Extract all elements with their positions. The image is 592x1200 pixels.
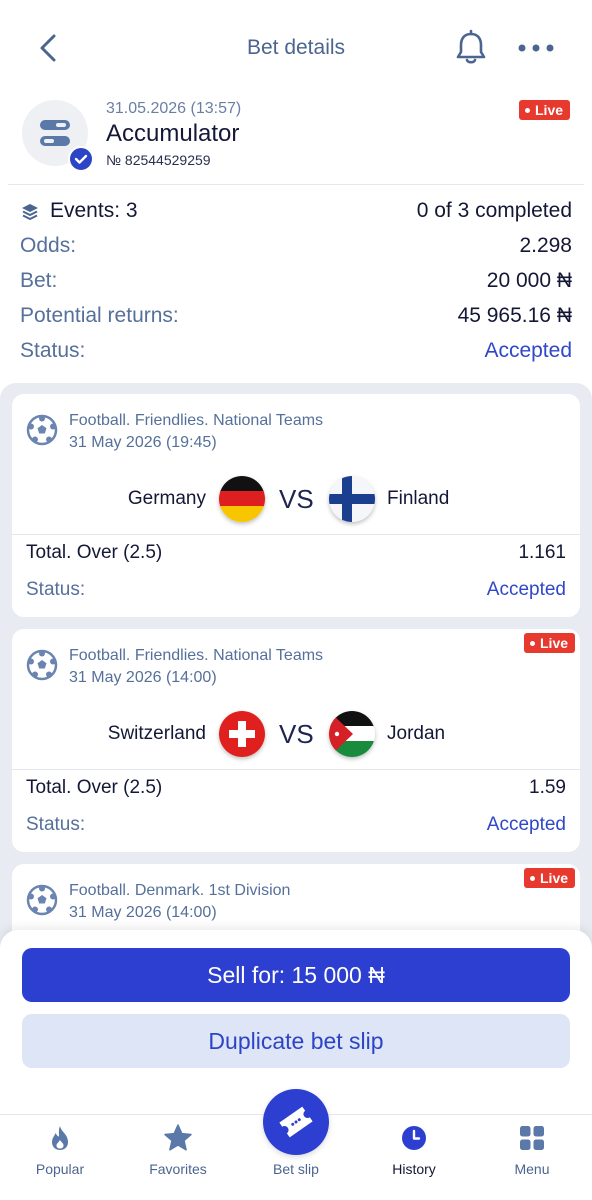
jordan-flag-icon bbox=[329, 711, 375, 757]
germany-flag-icon bbox=[219, 476, 265, 522]
grid-icon bbox=[520, 1126, 544, 1150]
divider bbox=[12, 534, 580, 535]
live-badge: Live bbox=[524, 868, 576, 888]
tab-menu[interactable]: Menu bbox=[473, 1115, 591, 1200]
live-badge: Live bbox=[519, 100, 571, 120]
home-team: Switzerland bbox=[107, 723, 206, 744]
bet-number: № 82544529259 bbox=[106, 152, 211, 168]
event-market: Total. Over (2.5) bbox=[26, 542, 163, 563]
home-team: Germany bbox=[127, 488, 206, 509]
vs-label: VS bbox=[279, 484, 314, 514]
bet-slip-fab[interactable] bbox=[263, 1089, 329, 1155]
star-icon bbox=[164, 1124, 192, 1151]
event-league: Football. Denmark. 1st Division bbox=[69, 882, 291, 899]
tab-label: Favorites bbox=[149, 1161, 207, 1177]
tab-history[interactable]: History bbox=[355, 1115, 473, 1200]
bet-type: Accumulator bbox=[106, 120, 240, 147]
event-league: Football. Friendlies. National Teams bbox=[69, 647, 324, 664]
football-icon bbox=[26, 414, 58, 446]
events-row: Events: 3 0 of 3 completed bbox=[20, 199, 572, 229]
odds-value: 2.298 bbox=[519, 234, 572, 257]
status-row: Status: Accepted bbox=[20, 339, 572, 369]
tab-label: History bbox=[392, 1161, 436, 1177]
event-status-label: Status: bbox=[26, 814, 86, 835]
event-odd: 1.59 bbox=[529, 777, 566, 798]
event-league: Football. Friendlies. National Teams bbox=[69, 412, 324, 429]
event-status-value: Accepted bbox=[486, 814, 566, 835]
odds-row: Odds: 2.298 bbox=[20, 234, 572, 264]
divider bbox=[8, 184, 584, 185]
away-team: Jordan bbox=[387, 723, 446, 744]
vs-label: VS bbox=[279, 719, 314, 749]
duplicate-bet-slip-button[interactable]: Duplicate bet slip bbox=[22, 1014, 570, 1068]
flame-icon bbox=[52, 1126, 68, 1150]
returns-row: Potential returns: 45 965.16 ₦ bbox=[20, 304, 572, 334]
layers-icon bbox=[22, 204, 38, 220]
top-bar: Bet details bbox=[0, 0, 592, 96]
event-odd: 1.161 bbox=[518, 542, 566, 563]
away-team: Finland bbox=[387, 488, 450, 509]
bet-label: Bet: bbox=[20, 269, 58, 292]
tab-label: Bet slip bbox=[273, 1161, 319, 1177]
switzerland-flag-icon bbox=[219, 711, 265, 757]
event-date: 31 May 2026 (14:00) bbox=[69, 669, 217, 686]
event-date: 31 May 2026 (14:00) bbox=[69, 904, 217, 921]
event-card[interactable]: Live Football. Friendlies. National Team… bbox=[12, 629, 580, 852]
tab-label: Menu bbox=[514, 1161, 550, 1177]
more-options-button[interactable] bbox=[514, 32, 558, 64]
event-card[interactable]: Football. Friendlies. National Teams 31 … bbox=[12, 394, 580, 617]
live-badge: Live bbox=[524, 633, 576, 653]
event-status-value: Accepted bbox=[486, 579, 566, 600]
football-icon bbox=[26, 884, 58, 916]
sell-button[interactable]: Sell for: 15 000 ₦ bbox=[22, 948, 570, 1002]
odds-label: Odds: bbox=[20, 234, 77, 257]
clock-icon bbox=[402, 1126, 426, 1150]
tab-label: Popular bbox=[35, 1161, 85, 1177]
finland-flag-icon bbox=[329, 476, 375, 522]
ticket-icon bbox=[279, 1106, 313, 1138]
bet-row: Bet: 20 000 ₦ bbox=[20, 269, 572, 299]
returns-label: Potential returns: bbox=[20, 304, 179, 327]
more-dots-icon bbox=[518, 44, 554, 52]
check-icon bbox=[68, 146, 94, 172]
events-count: Events: 3 bbox=[50, 199, 138, 222]
bet-summary-header: 31.05.2026 (13:57) Accumulator № 8254452… bbox=[0, 96, 592, 184]
football-icon bbox=[26, 649, 58, 681]
bet-datetime: 31.05.2026 (13:57) bbox=[106, 100, 242, 117]
notifications-button[interactable] bbox=[452, 28, 490, 68]
event-market: Total. Over (2.5) bbox=[26, 777, 163, 798]
returns-value: 45 965.16 ₦ bbox=[457, 304, 572, 327]
events-completed: 0 of 3 completed bbox=[416, 199, 572, 222]
bell-icon bbox=[456, 29, 486, 64]
status-value: Accepted bbox=[484, 339, 572, 362]
tab-popular[interactable]: Popular bbox=[1, 1115, 119, 1200]
divider bbox=[12, 769, 580, 770]
status-label: Status: bbox=[20, 339, 86, 362]
event-date: 31 May 2026 (19:45) bbox=[69, 434, 217, 451]
bet-value: 20 000 ₦ bbox=[486, 269, 572, 292]
event-status-label: Status: bbox=[26, 579, 86, 600]
live-label: Live bbox=[540, 870, 569, 886]
page-title: Bet details bbox=[246, 36, 346, 59]
live-label: Live bbox=[540, 635, 569, 651]
tab-favorites[interactable]: Favorites bbox=[119, 1115, 237, 1200]
live-label: Live bbox=[535, 102, 564, 118]
